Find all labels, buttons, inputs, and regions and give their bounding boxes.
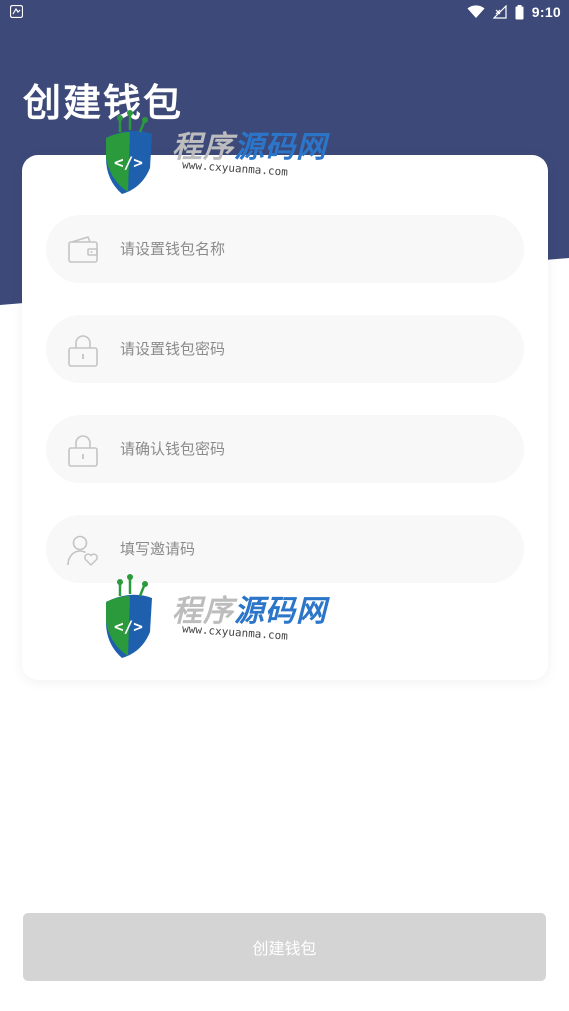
- wallet-password-input[interactable]: [120, 315, 500, 383]
- notification-icon: [9, 4, 24, 19]
- lock-icon: [66, 433, 100, 467]
- wallet-form-card: [22, 155, 548, 680]
- user-heart-icon: [66, 533, 100, 567]
- battery-icon: [515, 4, 524, 20]
- invite-code-field[interactable]: [46, 515, 524, 583]
- page-title: 创建钱包: [23, 81, 184, 125]
- confirm-password-input[interactable]: [120, 415, 500, 483]
- wallet-icon: [66, 233, 100, 267]
- wifi-icon: [467, 5, 485, 19]
- wallet-password-field[interactable]: [46, 315, 524, 383]
- status-bar: 9:10: [0, 0, 569, 24]
- create-wallet-button[interactable]: 创建钱包: [23, 913, 546, 981]
- wallet-name-input[interactable]: [120, 215, 500, 283]
- invite-code-input[interactable]: [120, 515, 500, 583]
- status-time: 9:10: [531, 4, 561, 20]
- wallet-name-field[interactable]: [46, 215, 524, 283]
- confirm-password-field[interactable]: [46, 415, 524, 483]
- lock-icon: [66, 333, 100, 367]
- no-signal-icon: [492, 5, 507, 19]
